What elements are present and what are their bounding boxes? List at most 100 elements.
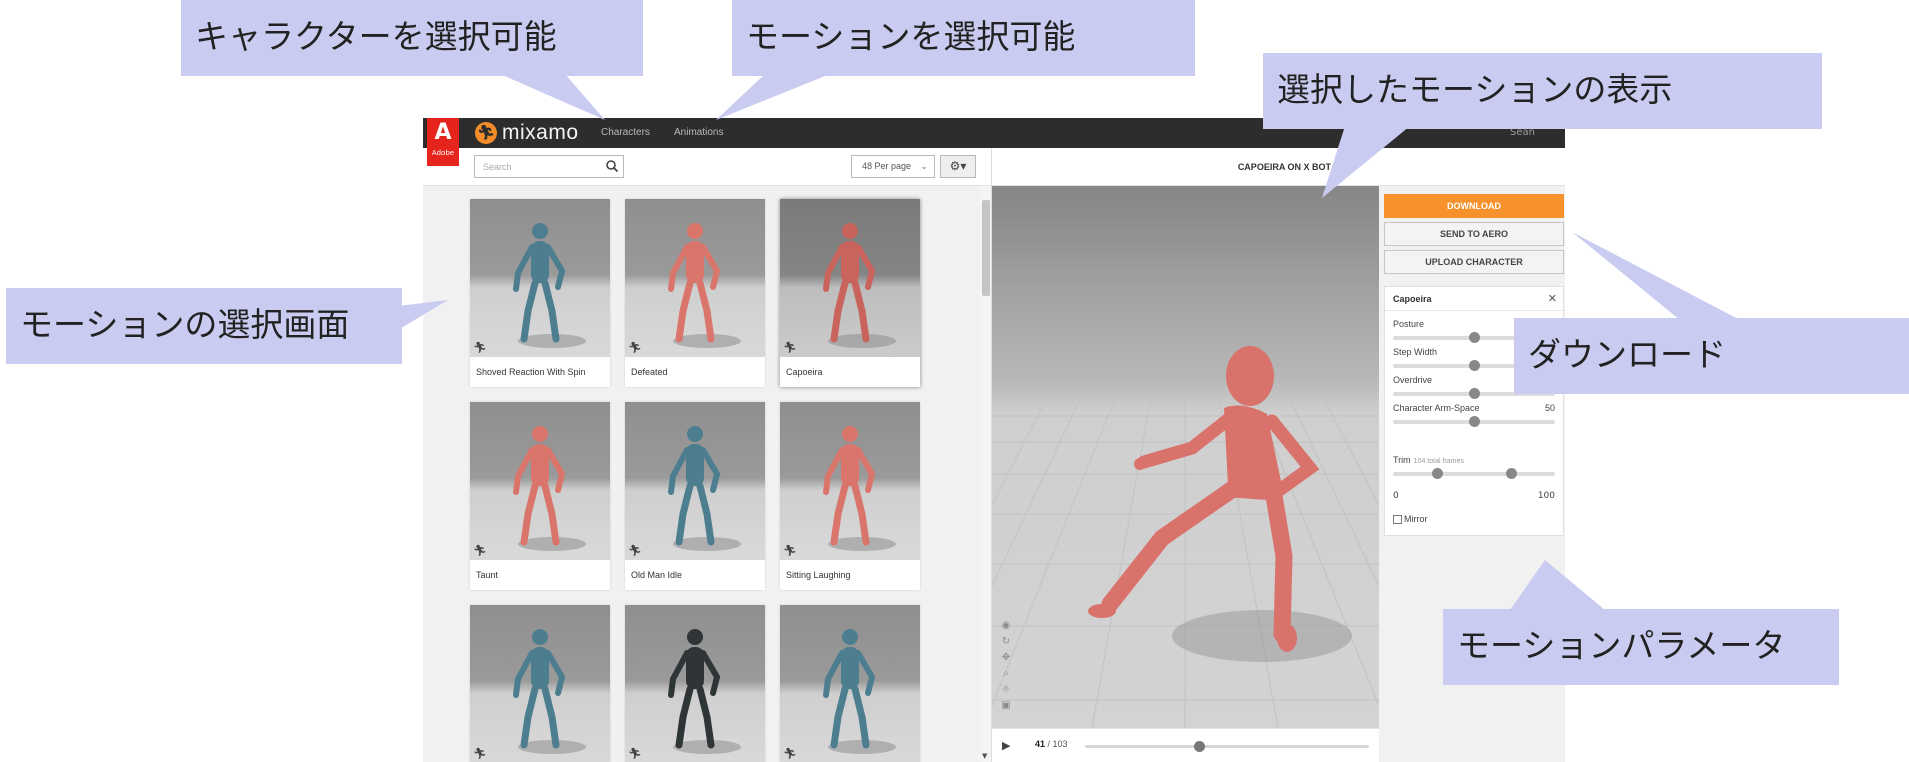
light-icon[interactable]: ☼ [1000, 682, 1012, 698]
total-frames: / 103 [1047, 739, 1068, 749]
param-value: 50 [1544, 403, 1555, 413]
gear-icon: ⚙▾ [949, 159, 967, 173]
timeline-scrubber[interactable] [1085, 741, 1369, 752]
thumbnail-figure [823, 629, 896, 754]
per-page-select[interactable]: 48 Per page ⌄ [851, 155, 935, 178]
animation-card[interactable]: 🏃︎ [780, 605, 920, 762]
timeline-bar: ▶ 41 / 103 [992, 728, 1379, 762]
callout-download: ダウンロード [1514, 318, 1909, 394]
upload-character-button[interactable]: UPLOAD CHARACTER [1384, 250, 1564, 274]
adobe-logo[interactable]: A Adobe [427, 118, 459, 166]
play-icon[interactable]: ▶ [1002, 739, 1010, 752]
3d-preview-viewport[interactable]: ◉ ↻ ✥ ⌕ ☼ ▣ [992, 186, 1379, 728]
param-slider-knob[interactable] [1469, 416, 1480, 427]
search-icon[interactable] [605, 159, 619, 173]
preview-scene [992, 346, 1379, 728]
viewport-tools: ◉ ↻ ✥ ⌕ ☼ ▣ [1000, 618, 1012, 714]
nav-characters[interactable]: Characters [601, 118, 650, 148]
animation-card[interactable]: 🏃︎ Taunt [470, 402, 610, 590]
callout-motion-list: モーションの選択画面 [6, 288, 402, 364]
scroll-down-arrow-icon[interactable]: ▼ [982, 752, 987, 760]
logo-text: mixamo [502, 121, 579, 144]
nav-animations[interactable]: Animations [674, 118, 723, 148]
trim-title: Trim [1393, 455, 1411, 465]
animation-grid: 🏃︎ Shoved Reaction With Spin 🏃︎ Defeated 🏃︎ C… [423, 186, 979, 762]
thumbnail-figure [668, 629, 741, 754]
adobe-icon: A [434, 120, 452, 145]
camera-orbit-icon[interactable]: ◉ [1000, 618, 1012, 634]
animation-card-label: Shoved Reaction With Spin [470, 357, 610, 387]
mixamo-logo[interactable]: 🏃︎ mixamo [475, 120, 579, 146]
params-header: Capoeira ✕ [1385, 287, 1563, 311]
animation-card[interactable]: 🏃︎ Shoved Reaction With Spin [470, 199, 610, 387]
animation-type-icon: 🏃︎ [628, 341, 642, 354]
trim-end-knob[interactable] [1506, 468, 1518, 479]
trim-max-label: 100 [1537, 491, 1555, 501]
animation-card[interactable]: 🏃︎ [470, 605, 610, 762]
animation-thumbnail: 🏃︎ [780, 199, 920, 357]
animation-card-label: Capoeira [780, 357, 920, 387]
send-to-aero-button[interactable]: SEND TO AERO [1384, 222, 1564, 246]
pointer-motion [716, 74, 830, 120]
timeline-knob[interactable] [1193, 741, 1205, 752]
pan-icon[interactable]: ✥ [1000, 650, 1012, 666]
param-slider-knob[interactable] [1469, 388, 1480, 399]
animation-card-label: Sitting Laughing [780, 560, 920, 590]
callout-selected-motion: 選択したモーションの表示 [1263, 53, 1822, 129]
animation-type-icon: 🏃︎ [628, 544, 642, 557]
animation-card[interactable]: 🏃︎ Defeated [625, 199, 765, 387]
param-label: Posture [1393, 319, 1425, 329]
close-icon[interactable]: ✕ [1548, 287, 1557, 311]
animation-thumbnail: 🏃︎ [780, 402, 920, 560]
search-input[interactable] [475, 156, 600, 177]
adobe-label: Adobe [431, 149, 455, 157]
thumbnail-figure [513, 629, 586, 754]
frame-counter: 41 / 103 [1035, 739, 1068, 749]
mixamo-window: 🏃︎ mixamo Characters Animations Sean A A… [423, 118, 1565, 762]
search-box [474, 155, 624, 178]
animation-card[interactable]: 🏃︎ Old Man Idle [625, 402, 765, 590]
download-button[interactable]: DOWNLOAD [1384, 194, 1564, 218]
trim-start-knob[interactable] [1431, 468, 1443, 479]
browser-toolbar: 48 Per page ⌄ ⚙▾ [423, 148, 991, 186]
param-label: Step Width [1393, 347, 1438, 357]
param-row: Character Arm-Space 50 [1393, 403, 1555, 433]
param-label: Character Arm-Space [1393, 403, 1480, 413]
settings-button[interactable]: ⚙▾ [940, 155, 976, 178]
trim-label: Trim 104 total frames [1393, 455, 1464, 465]
animation-type-icon: 🏃︎ [473, 544, 487, 557]
animation-card[interactable]: 🏃︎ Sitting Laughing [780, 402, 920, 590]
reset-view-icon[interactable]: ↻ [1000, 634, 1012, 650]
params-title: Capoeira [1393, 294, 1432, 304]
animation-browser: 48 Per page ⌄ ⚙▾ 🏃︎ Shoved Reaction With … [423, 148, 992, 762]
checkbox-icon[interactable] [1393, 514, 1402, 524]
thumbnail-figure [823, 223, 896, 348]
camera-icon[interactable]: ▣ [1000, 698, 1012, 714]
scrollbar-thumb[interactable] [982, 200, 990, 296]
param-slider-knob[interactable] [1469, 332, 1480, 343]
viewer-header: CAPOEIRA ON X BOT [992, 148, 1565, 186]
chevron-down-icon: ⌄ [920, 161, 928, 171]
thumbnail-figure [513, 426, 586, 551]
animation-card-label: Old Man Idle [625, 560, 765, 590]
callout-motion-params: モーションパラメータ [1443, 609, 1839, 685]
character-model [1088, 346, 1320, 652]
animation-thumbnail: 🏃︎ [625, 605, 765, 762]
param-slider[interactable] [1393, 416, 1555, 427]
scrollbar[interactable]: ▼ [979, 186, 991, 762]
trim-slider[interactable] [1393, 468, 1555, 479]
pointer-character [500, 74, 605, 120]
animation-thumbnail: 🏃︎ [780, 605, 920, 762]
thumbnail-figure [668, 426, 741, 551]
pointer-download [1572, 232, 1740, 320]
animation-thumbnail: 🏃︎ [625, 402, 765, 560]
zoom-icon[interactable]: ⌕ [1000, 666, 1012, 682]
mirror-checkbox[interactable]: Mirror [1393, 514, 1428, 524]
param-slider-knob[interactable] [1469, 360, 1480, 371]
trim-note: 104 total frames [1413, 458, 1464, 465]
animation-card[interactable]: 🏃︎ [625, 605, 765, 762]
trim-min-label: 0 [1393, 491, 1399, 501]
viewer-title: CAPOEIRA ON X BOT [1237, 162, 1331, 172]
character-shadow [1172, 610, 1352, 662]
animation-card[interactable]: 🏃︎ Capoeira [780, 199, 920, 387]
